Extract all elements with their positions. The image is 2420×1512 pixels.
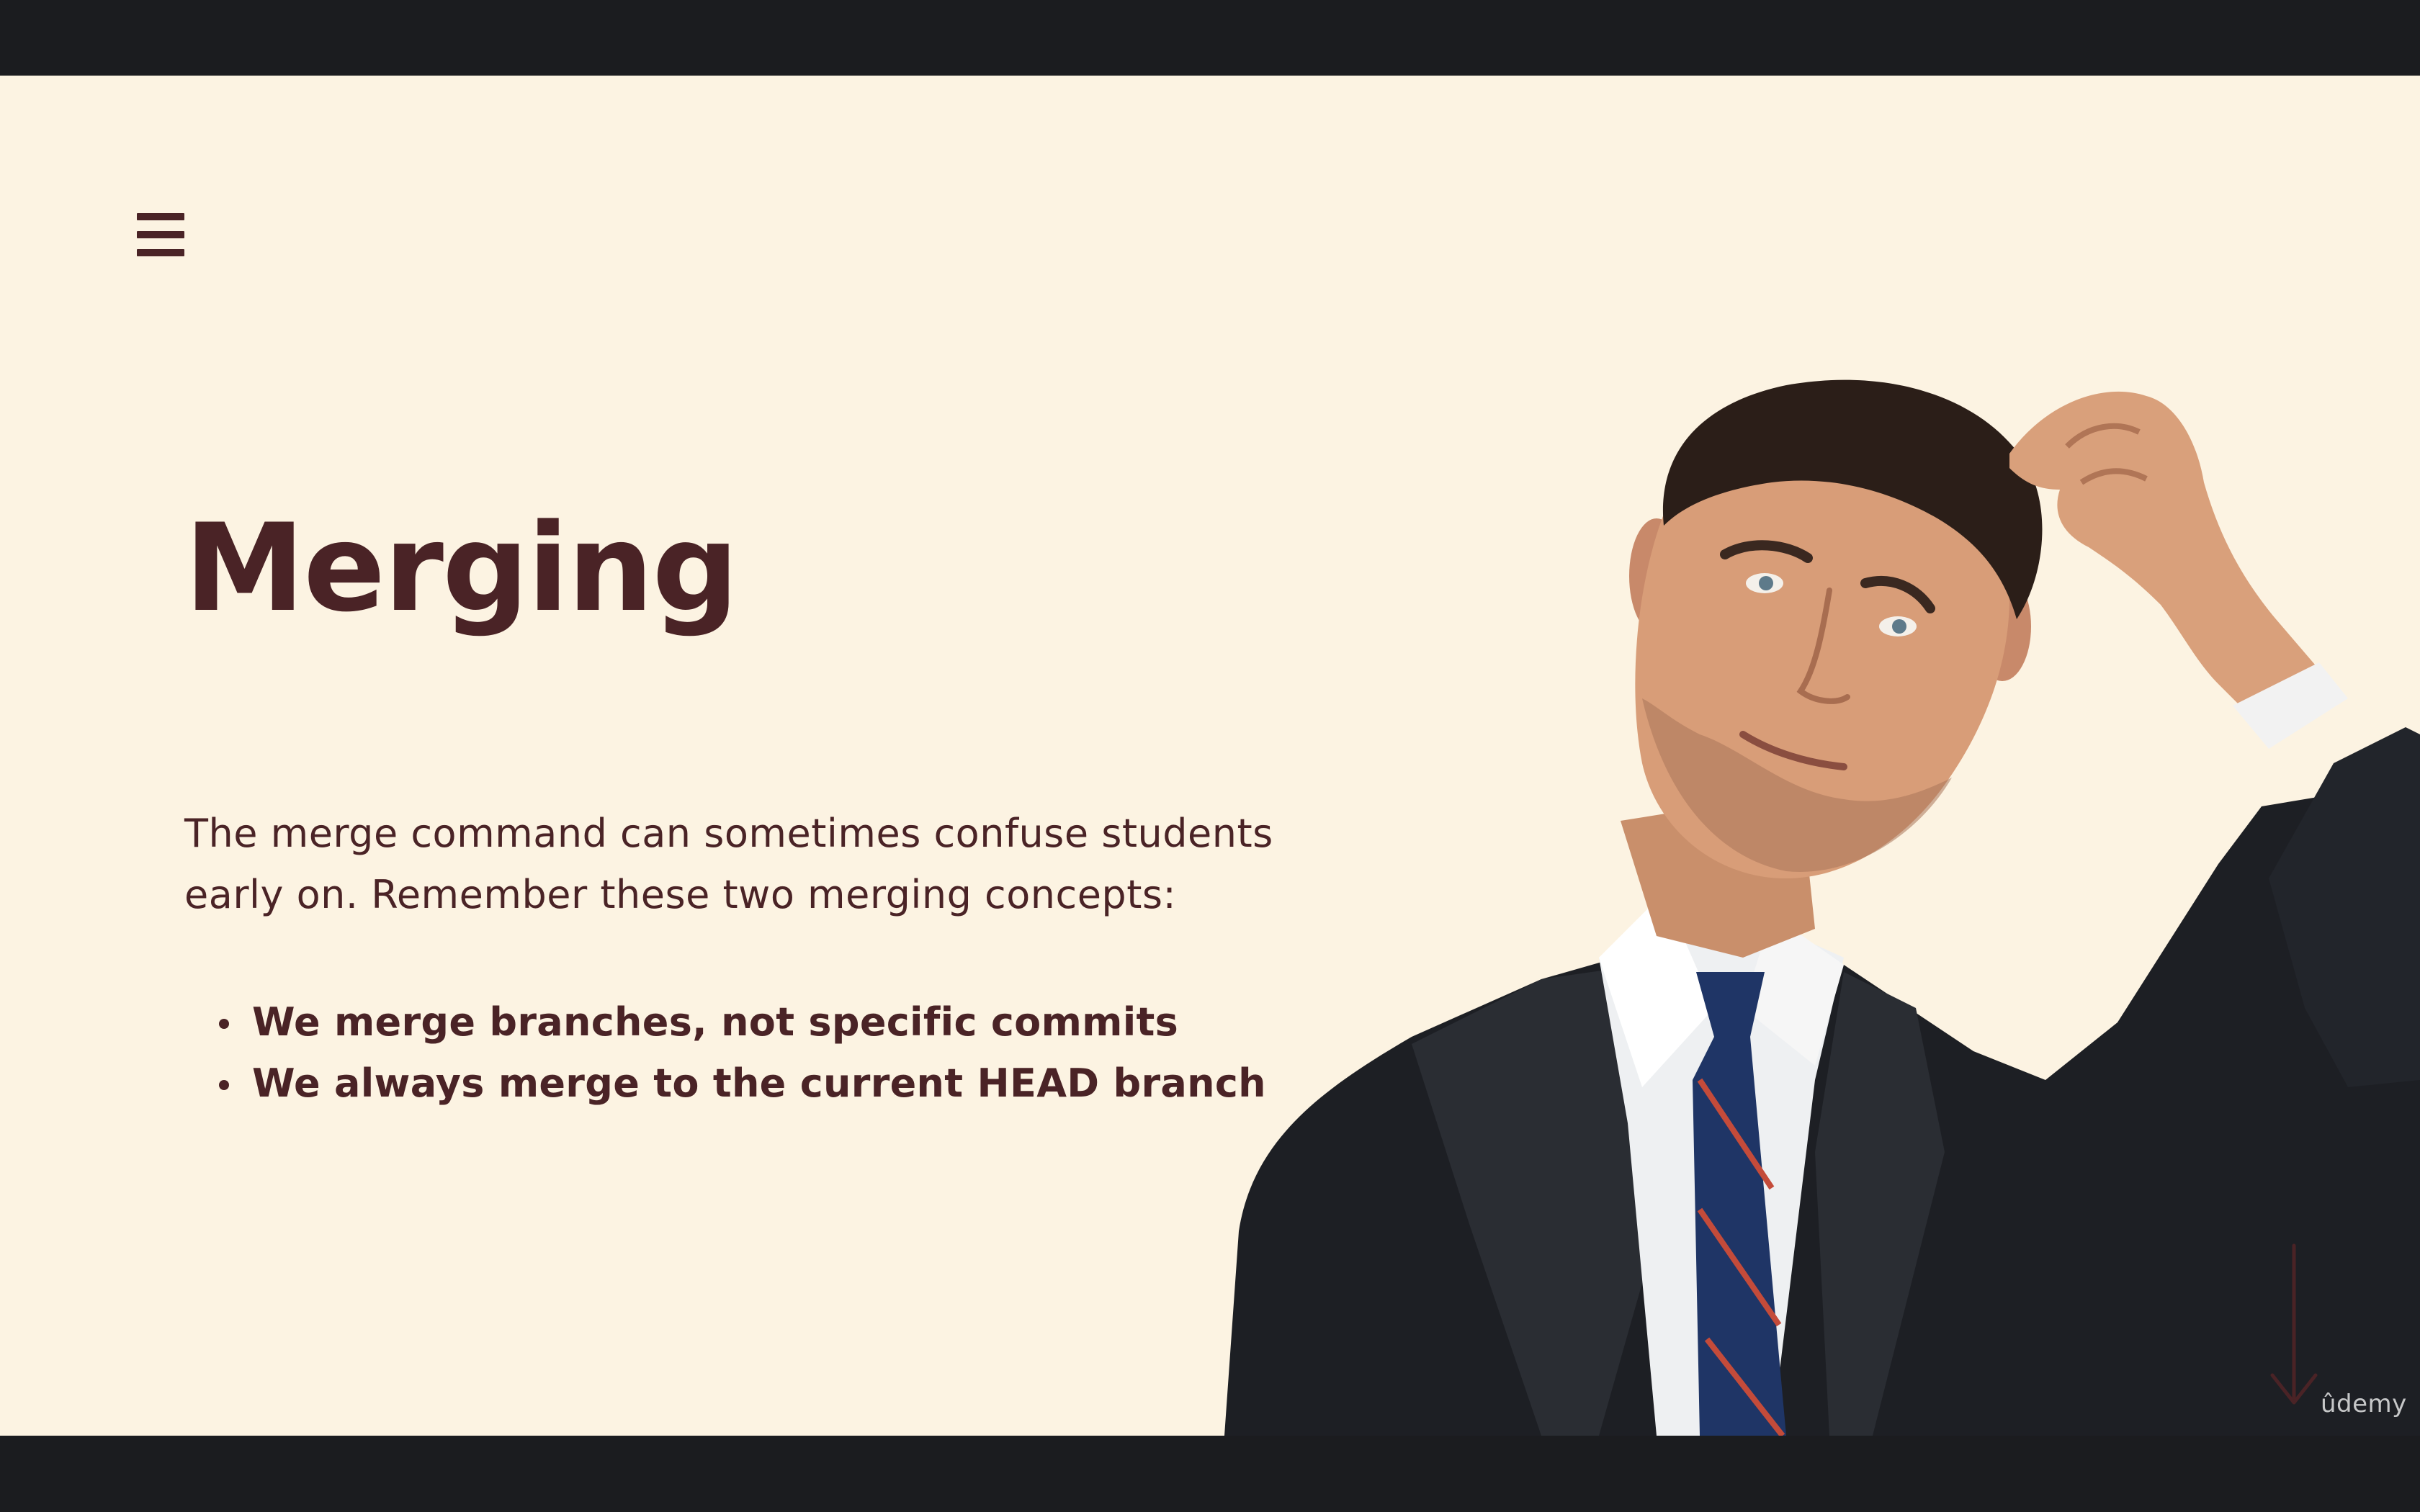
slide-intro-text: The merge command can sometimes confuse … [184, 811, 1273, 917]
bullet-item: We always merge to the current HEAD bran… [216, 1053, 1266, 1114]
bullet-item: We merge branches, not specific commits [216, 991, 1266, 1053]
confused-man-photo [1224, 379, 2420, 1436]
down-arrow-icon[interactable] [2269, 1238, 2319, 1411]
hamburger-menu-icon[interactable] [134, 209, 186, 261]
bullet-list: We merge branches, not specific commits … [216, 991, 1266, 1114]
letterbox-top [0, 0, 2420, 76]
udemy-watermark: ûdemy [2321, 1390, 2407, 1418]
slide-title: Merging [184, 498, 739, 639]
letterbox-bottom [0, 1436, 2420, 1512]
slide: Merging The merge command can sometimes … [0, 76, 2420, 1436]
